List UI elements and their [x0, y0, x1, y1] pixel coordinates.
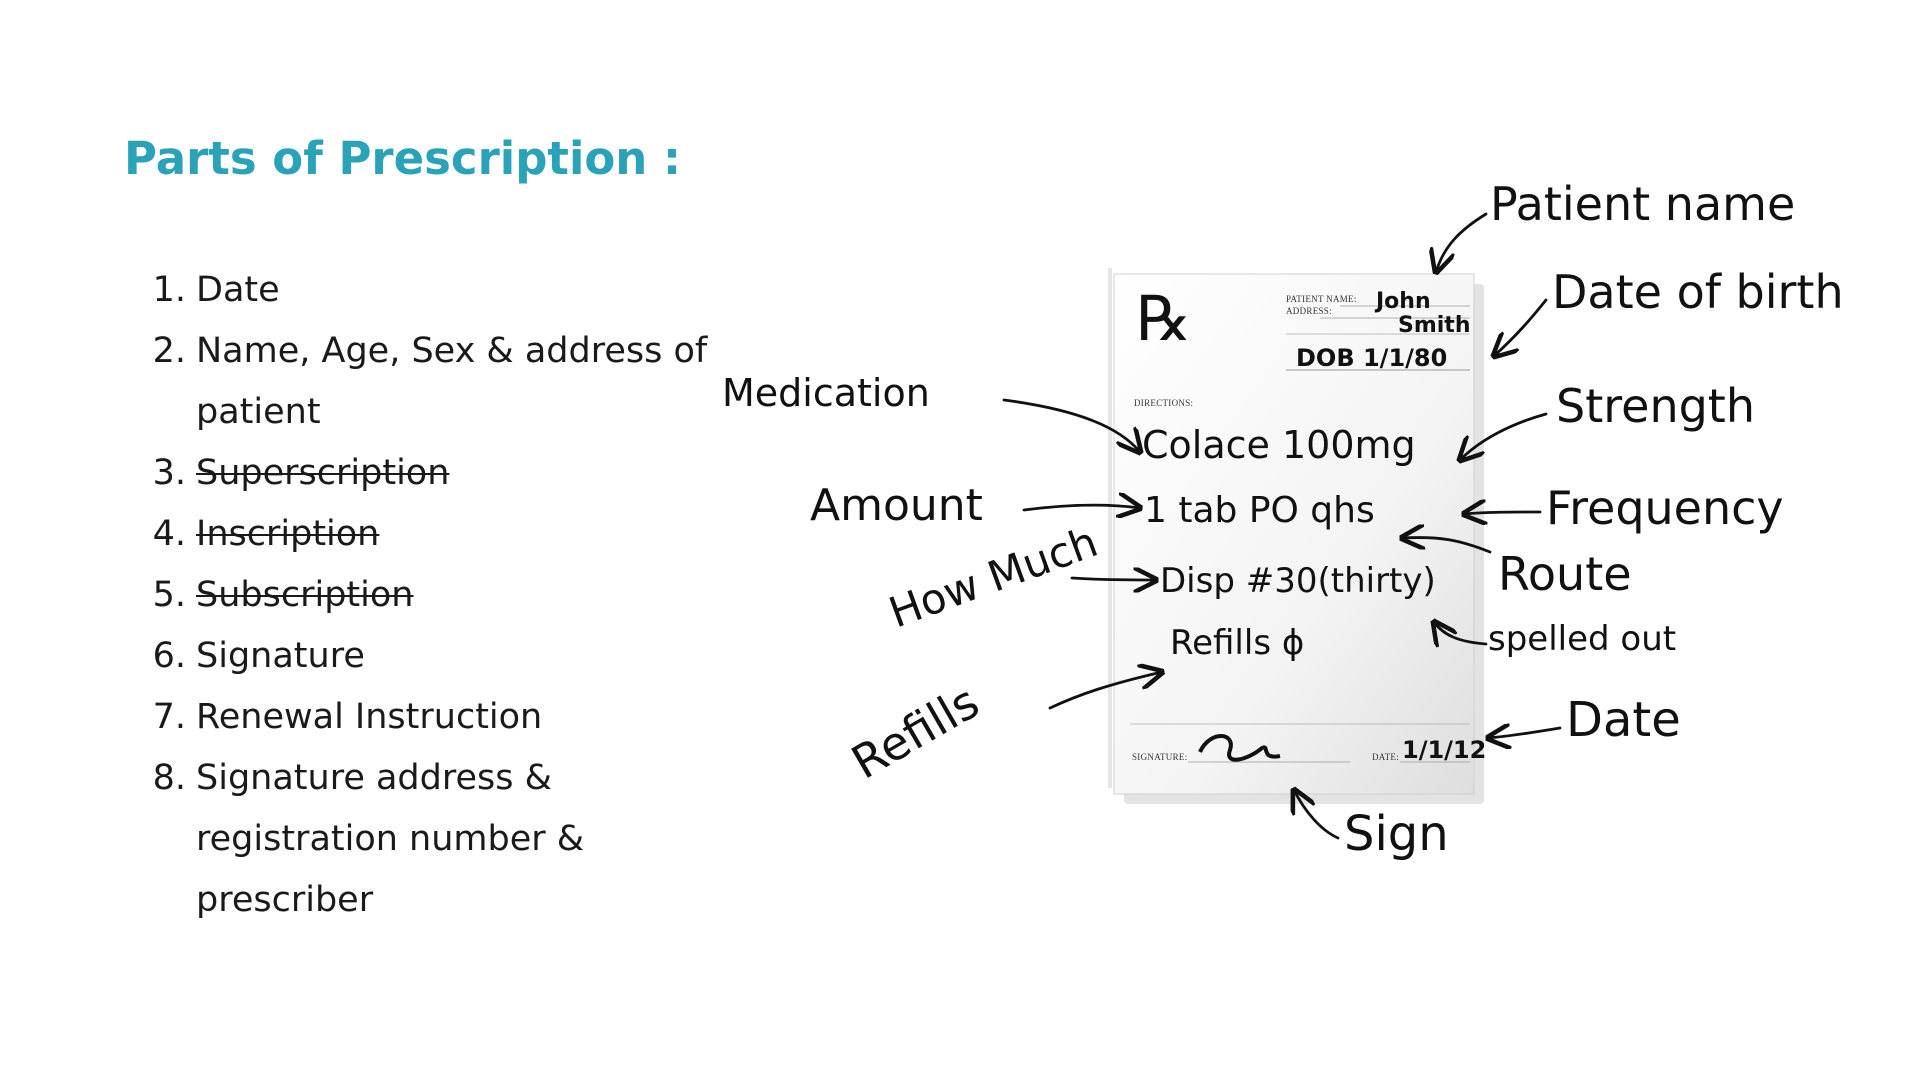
label-medication: Medication: [722, 371, 930, 415]
parts-list-number: 8.: [152, 758, 186, 798]
date-label: DATE:: [1372, 752, 1399, 762]
parts-list-number: 3.: [152, 453, 186, 493]
label-sign: Sign: [1344, 806, 1449, 862]
prescription-diagram: ℞ PATIENT NAME: ADDRESS: John Smith DOB …: [700, 160, 1900, 920]
patient-name-label: PATIENT NAME:: [1286, 294, 1357, 304]
parts-list-label: Name, Age, Sex & address of patient: [196, 331, 708, 432]
rx-line-medication: Colace 100mg: [1142, 423, 1416, 467]
prescription-diagram-svg: ℞ PATIENT NAME: ADDRESS: John Smith DOB …: [722, 177, 1844, 862]
label-spelled-out: spelled out: [1488, 619, 1676, 659]
label-frequency: Frequency: [1546, 481, 1784, 535]
parts-list-item: 2. Name, Age, Sex & address of patient: [136, 321, 736, 443]
parts-list-label-struck: Inscription: [196, 514, 380, 554]
parts-list-item: 4. Inscription: [136, 504, 736, 565]
rx-line-dispense: Disp #30(thirty): [1160, 561, 1436, 601]
parts-list-number: 1.: [152, 270, 186, 310]
patient-first-name: John: [1374, 289, 1431, 314]
rx-line-refills: Refills ϕ: [1170, 623, 1304, 663]
parts-list-item: 6. Signature: [136, 626, 736, 687]
label-refills: Refills: [843, 674, 988, 789]
parts-list-item: 7. Renewal Instruction: [136, 687, 736, 748]
parts-list-label: Renewal Instruction: [196, 697, 543, 737]
parts-list-label: Date: [196, 270, 280, 310]
rx-date-value: 1/1/12: [1402, 736, 1486, 764]
signature-label: SIGNATURE:: [1132, 752, 1188, 762]
arrow-date-of-birth: [1494, 298, 1548, 356]
parts-list-item: 1. Date: [136, 260, 736, 321]
parts-list: 1. Date 2. Name, Age, Sex & address of pati…: [136, 260, 736, 931]
label-date: Date: [1566, 692, 1681, 748]
parts-list-number: 7.: [152, 697, 186, 737]
rx-symbol: ℞: [1136, 286, 1192, 354]
arrow-date: [1488, 728, 1562, 738]
parts-list-item: 8. Signature address & registration numbe…: [136, 748, 736, 931]
parts-list-number: 4.: [152, 514, 186, 554]
arrow-patient-name: [1436, 212, 1488, 272]
dob-value: DOB 1/1/80: [1296, 344, 1447, 372]
label-how-much: How Much: [883, 517, 1104, 637]
parts-list-label-struck: Superscription: [196, 453, 450, 493]
parts-list-number: 6.: [152, 636, 186, 676]
parts-list-label-struck: Subscription: [196, 575, 414, 615]
rx-line-amount: 1 tab PO qhs: [1144, 490, 1375, 531]
directions-label: DIRECTIONS:: [1134, 398, 1193, 408]
slide-title: Parts of Prescription :: [124, 132, 681, 185]
patient-last-name: Smith: [1398, 313, 1471, 338]
address-label: ADDRESS:: [1286, 306, 1332, 316]
arrow-frequency: [1464, 512, 1542, 514]
parts-list-item: 3. Superscription: [136, 443, 736, 504]
label-patient-name: Patient name: [1490, 177, 1795, 231]
label-route: Route: [1498, 547, 1632, 601]
parts-list-number: 5.: [152, 575, 186, 615]
parts-list-number: 2.: [152, 331, 186, 371]
label-strength: Strength: [1556, 379, 1755, 433]
parts-list-item: 5. Subscription: [136, 565, 736, 626]
label-amount: Amount: [810, 480, 983, 531]
parts-list-label: Signature: [196, 636, 365, 676]
label-date-of-birth: Date of birth: [1552, 265, 1844, 319]
parts-list-label: Signature address & registration number …: [196, 758, 585, 920]
